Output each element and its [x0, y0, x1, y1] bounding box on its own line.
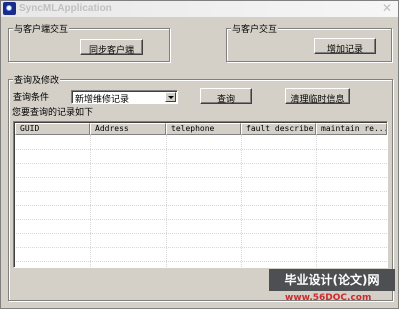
- column-header-telephone[interactable]: telephone: [166, 123, 241, 135]
- records-table[interactable]: GUID Address telephone fault describe ma…: [13, 121, 388, 268]
- query-condition-value: 新增维修记录: [75, 95, 130, 105]
- add-record-button[interactable]: 增加记录: [314, 38, 376, 55]
- title-bar[interactable]: SyncMLApplication ✕: [1, 1, 398, 17]
- clear-temp-button[interactable]: 清理临时信息: [285, 88, 350, 105]
- query-button[interactable]: 查询: [200, 88, 252, 105]
- main-window: SyncMLApplication ✕ 与客户端交互 同步客户端 与客户交互 增…: [0, 0, 399, 309]
- grid-line: [16, 247, 387, 248]
- app-icon: [3, 2, 16, 15]
- window-title: SyncMLApplication: [19, 3, 112, 14]
- watermark-banner: 毕业设计(论文)网: [269, 269, 395, 291]
- sync-client-button[interactable]: 同步客户端: [80, 39, 143, 56]
- dropdown-arrow-icon[interactable]: [165, 92, 176, 102]
- column-header-fault-describe[interactable]: fault describe: [241, 123, 316, 135]
- grid-line: [16, 163, 387, 164]
- column-header-address[interactable]: Address: [90, 123, 166, 135]
- grid-line: [16, 261, 387, 262]
- column-header-maintain-record[interactable]: maintain re...: [316, 123, 387, 135]
- grid-line: [16, 219, 387, 220]
- query-condition-label: 查询条件: [13, 93, 50, 103]
- result-label: 您要查询的记录如下: [12, 108, 94, 118]
- grid-line: [16, 191, 387, 192]
- grid-line: [16, 177, 387, 178]
- customer-group-legend: 与客户交互: [231, 22, 279, 35]
- client-group-legend: 与客户端交互: [13, 22, 70, 35]
- grid-line: [16, 149, 387, 150]
- column-header-guid[interactable]: GUID: [15, 123, 90, 135]
- query-group-legend: 查询及修改: [13, 73, 61, 86]
- watermark-url: www.56DOC.com: [285, 293, 372, 303]
- grid-line: [16, 205, 387, 206]
- query-condition-select[interactable]: 新增维修记录: [71, 90, 178, 105]
- grid-line: [16, 233, 387, 234]
- close-icon[interactable]: ✕: [380, 2, 394, 15]
